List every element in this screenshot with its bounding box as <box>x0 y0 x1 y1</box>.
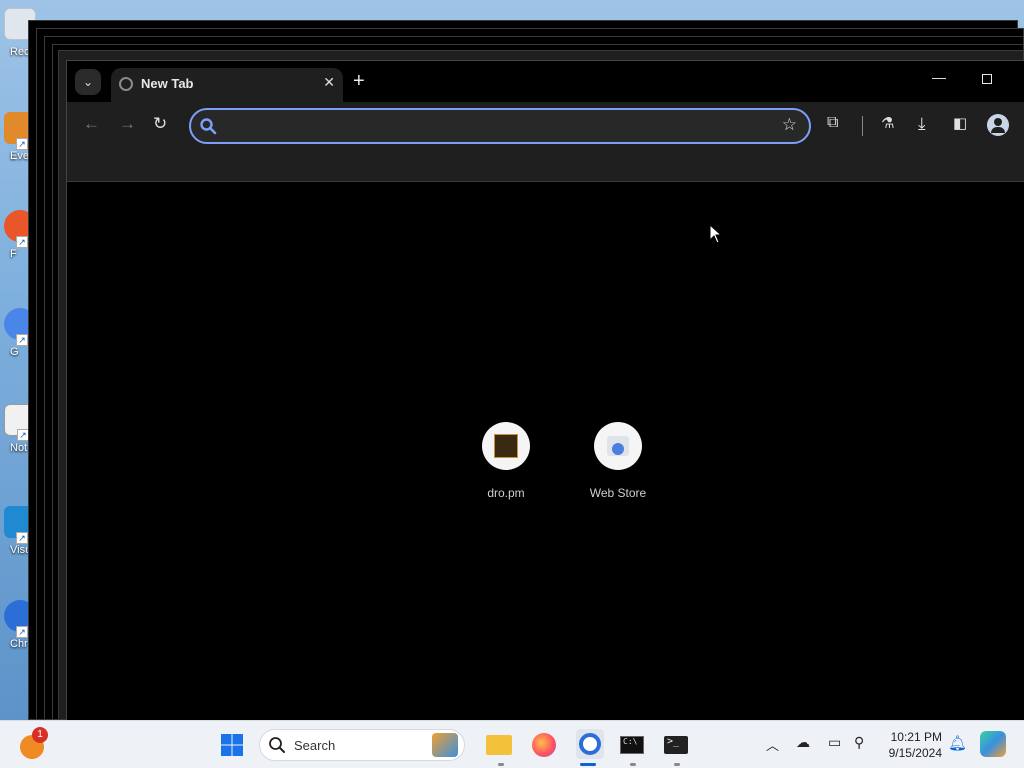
show-hidden-icons-chevron-icon[interactable]: ︿ <box>766 735 779 754</box>
shortcut-dro-pm[interactable]: dro.pm <box>461 422 551 500</box>
search-icon <box>269 737 285 753</box>
folder-icon <box>486 735 512 755</box>
system-clock[interactable]: 10:21 PM 9/15/2024 <box>880 729 942 761</box>
notification-bell-icon[interactable]: 🔔︎ <box>948 734 967 752</box>
back-button[interactable]: ← <box>83 114 100 134</box>
chevron-down-icon: ⌄ <box>82 75 94 89</box>
search-icon <box>200 118 217 135</box>
taskbar: 1 Search C:\ >_ ︿ ☁ ▭ ⚲ 10:21 PM 9/15/20… <box>0 720 1024 768</box>
shortcut-tile <box>482 422 530 470</box>
search-highlight-icon <box>432 733 458 757</box>
shortcut-tile <box>594 422 642 470</box>
running-indicator <box>674 763 680 766</box>
side-panel-icon[interactable]: ◧ <box>953 114 967 132</box>
firefox-icon <box>532 733 556 757</box>
taskbar-search[interactable]: Search <box>259 729 465 761</box>
dro-pm-favicon-icon <box>494 434 518 458</box>
bookmarks-bar <box>67 150 1024 182</box>
copilot-icon[interactable] <box>980 731 1006 757</box>
display-icon[interactable]: ▭ <box>828 734 841 751</box>
notification-badge: 1 <box>32 727 48 743</box>
minimize-button[interactable]: — <box>932 69 946 85</box>
active-indicator <box>580 763 596 766</box>
start-button[interactable] <box>220 731 248 759</box>
tab-new-tab[interactable]: New Tab ✕ <box>111 68 343 102</box>
taskbar-app-firefox-nightly[interactable]: 1 <box>20 727 48 759</box>
running-indicator <box>498 763 504 766</box>
browser-titlebar: ⌄ New Tab ✕ + — <box>67 61 1024 102</box>
shortcut-label: dro.pm <box>487 486 525 500</box>
bookmark-star-icon[interactable]: ☆ <box>782 115 797 135</box>
cloud-offline-icon[interactable]: ☁ <box>796 734 810 751</box>
download-icon[interactable]: ⤓ <box>918 114 926 134</box>
terminal-icon: C:\ <box>620 736 644 754</box>
chrome-icon <box>579 733 601 755</box>
search-label: Search <box>294 738 336 753</box>
labs-flask-icon[interactable]: ⚗ <box>881 114 894 132</box>
web-store-icon <box>607 436 629 456</box>
tab-search-button[interactable]: ⌄ <box>75 69 101 95</box>
new-tab-button[interactable]: + <box>353 70 365 93</box>
tab-title: New Tab <box>141 76 194 91</box>
taskbar-app-firefox[interactable] <box>532 731 560 759</box>
globe-icon <box>119 77 133 91</box>
reload-button[interactable]: ↻ <box>153 114 167 134</box>
extensions-puzzle-icon[interactable]: ⧉ <box>827 114 838 132</box>
running-indicator <box>630 763 636 766</box>
taskbar-app-file-explorer[interactable] <box>486 731 514 759</box>
shortcut-web-store[interactable]: Web Store <box>573 422 663 500</box>
clock-date: 9/15/2024 <box>888 746 942 760</box>
forward-button[interactable]: → <box>119 114 136 134</box>
windows-logo-icon <box>221 734 243 756</box>
address-input[interactable] <box>225 115 765 137</box>
maximize-button[interactable] <box>982 74 992 84</box>
toolbar-divider <box>862 116 863 136</box>
network-icon[interactable]: ⚲ <box>854 734 864 751</box>
terminal-icon: >_ <box>664 736 688 754</box>
taskbar-app-chrome[interactable] <box>576 729 604 759</box>
mouse-cursor-icon <box>709 224 723 244</box>
close-tab-icon[interactable]: ✕ <box>323 74 335 91</box>
profile-avatar-icon[interactable] <box>987 114 1009 136</box>
browser-toolbar: ← → ↻ ☆ ⧉ ⚗ ⤓ ◧ <box>67 102 1024 150</box>
address-bar[interactable]: ☆ <box>189 108 811 144</box>
new-tab-page: dro.pm Web Store <box>67 182 1024 720</box>
taskbar-app-command-prompt[interactable]: C:\ <box>620 731 648 759</box>
clock-time: 10:21 PM <box>890 730 942 744</box>
browser-window: ⌄ New Tab ✕ + — ← → ↻ ☆ ⧉ ⚗ ⤓ ◧ dro.pm W… <box>66 60 1024 720</box>
shortcut-label: Web Store <box>589 486 647 500</box>
taskbar-app-terminal[interactable]: >_ <box>664 731 692 759</box>
